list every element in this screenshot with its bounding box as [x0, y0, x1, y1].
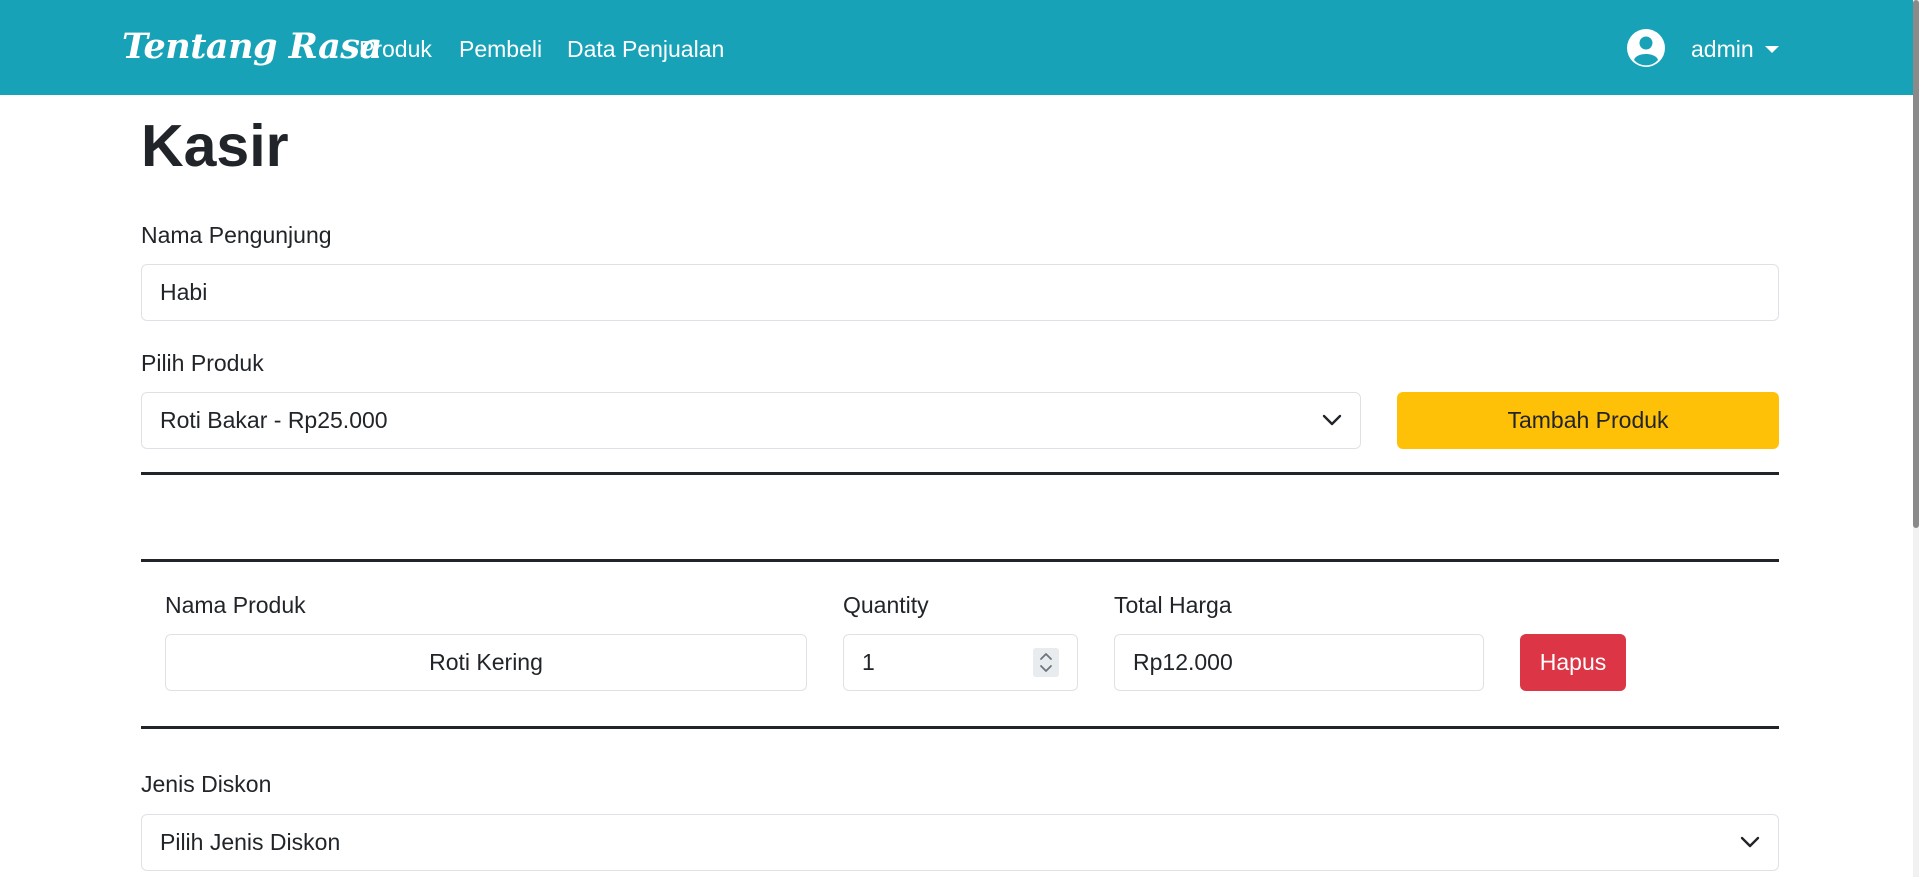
total-price-value: Rp12.000 [1133, 649, 1233, 675]
visitor-name-input[interactable]: Habi [141, 264, 1779, 321]
add-product-button[interactable]: Tambah Produk [1397, 392, 1779, 449]
product-select-value: Roti Bakar - Rp25.000 [160, 407, 388, 433]
divider [141, 472, 1779, 475]
divider [141, 559, 1779, 562]
nav-link-pembeli[interactable]: Pembeli [459, 36, 542, 63]
col-header-total-price: Total Harga [1114, 592, 1232, 618]
col-header-product-name: Nama Produk [165, 592, 306, 618]
divider [141, 726, 1779, 729]
cart-item-name-field[interactable]: Roti Kering [165, 634, 807, 691]
cart-item-name: Roti Kering [429, 649, 543, 675]
discount-type-label: Jenis Diskon [141, 771, 272, 797]
page-title: Kasir [141, 113, 289, 179]
quantity-stepper[interactable]: 1 [843, 634, 1078, 691]
quantity-value: 1 [862, 649, 875, 675]
delete-item-button[interactable]: Hapus [1520, 634, 1626, 691]
product-select[interactable]: Roti Bakar - Rp25.000 [141, 392, 1361, 449]
discount-type-value: Pilih Jenis Diskon [160, 829, 341, 855]
discount-type-select[interactable]: Pilih Jenis Diskon [141, 814, 1779, 871]
user-menu-toggle[interactable]: admin [1691, 36, 1754, 63]
visitor-name-value: Habi [160, 279, 208, 305]
chevron-down-icon [1740, 836, 1760, 848]
scrollbar-thumb[interactable] [1913, 0, 1919, 528]
product-select-label: Pilih Produk [141, 350, 264, 376]
user-circle-icon[interactable] [1627, 29, 1665, 67]
brand-logo[interactable]: Tentang Rasa [122, 26, 382, 67]
nav-link-data-penjualan[interactable]: Data Penjualan [567, 36, 724, 63]
navbar: Tentang Rasa Produk Pembeli Data Penjual… [0, 0, 1919, 95]
visitor-name-label: Nama Pengunjung [141, 222, 332, 248]
spinner-arrows-icon[interactable] [1033, 648, 1059, 677]
col-header-quantity: Quantity [843, 592, 929, 618]
total-price-field[interactable]: Rp12.000 [1114, 634, 1484, 691]
nav-link-produk[interactable]: Produk [359, 36, 432, 63]
caret-down-icon[interactable] [1765, 46, 1779, 53]
chevron-down-icon [1322, 414, 1342, 426]
